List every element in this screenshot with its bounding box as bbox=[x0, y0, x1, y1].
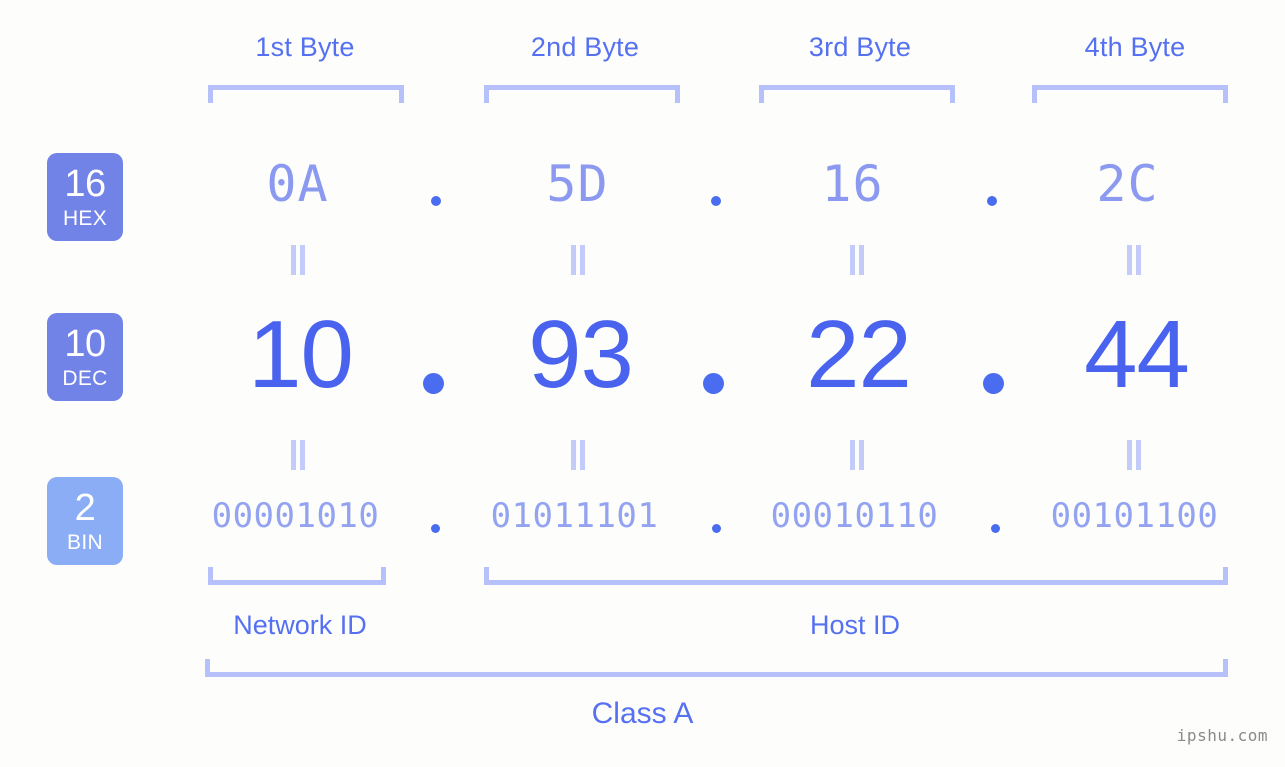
host-id-bracket bbox=[484, 567, 1228, 585]
hex-value-byte-1: 0A bbox=[266, 155, 329, 213]
hex-value-byte-3: 16 bbox=[821, 155, 884, 213]
bin-value-byte-3: 00010110 bbox=[770, 496, 939, 536]
byte-header-3: 3rd Byte bbox=[808, 32, 912, 62]
equals-icon-hex-dec-2 bbox=[569, 245, 587, 275]
dec-separator-dot-2 bbox=[703, 373, 724, 394]
hex-separator-dot-2 bbox=[711, 196, 721, 206]
ip-breakdown-diagram: 1st Byte 2nd Byte 3rd Byte 4th Byte 16 H… bbox=[0, 0, 1285, 767]
byte-header-2: 2nd Byte bbox=[530, 32, 640, 62]
hex-separator-dot-3 bbox=[987, 196, 997, 206]
byte-bracket-4 bbox=[1032, 85, 1228, 103]
hex-separator-dot-1 bbox=[431, 196, 441, 206]
equals-icon-hex-dec-1 bbox=[289, 245, 307, 275]
dec-separator-dot-3 bbox=[983, 373, 1004, 394]
equals-icon-dec-bin-1 bbox=[289, 440, 307, 470]
bin-row-badge: 2 BIN bbox=[47, 477, 123, 565]
dec-value-byte-1: 10 bbox=[248, 301, 354, 408]
equals-icon-dec-bin-2 bbox=[569, 440, 587, 470]
dec-badge-number: 10 bbox=[64, 323, 106, 365]
hex-badge-number: 16 bbox=[64, 163, 106, 205]
equals-icon-hex-dec-4 bbox=[1125, 245, 1143, 275]
dec-value-byte-2: 93 bbox=[528, 301, 634, 408]
byte-bracket-1 bbox=[208, 85, 404, 103]
host-id-label: Host ID bbox=[809, 610, 901, 640]
hex-badge-system: HEX bbox=[62, 207, 108, 230]
equals-icon-dec-bin-4 bbox=[1125, 440, 1143, 470]
dec-row-badge: 10 DEC bbox=[47, 313, 123, 401]
network-id-bracket bbox=[208, 567, 386, 585]
bin-value-byte-4: 00101100 bbox=[1050, 496, 1219, 536]
dec-badge-system: DEC bbox=[62, 367, 108, 390]
dec-value-byte-3: 22 bbox=[806, 301, 912, 408]
bin-value-byte-1: 00001010 bbox=[211, 496, 380, 536]
hex-row-badge: 16 HEX bbox=[47, 153, 123, 241]
bin-separator-dot-2 bbox=[712, 524, 721, 533]
equals-icon-dec-bin-3 bbox=[848, 440, 866, 470]
byte-header-4: 4th Byte bbox=[1084, 32, 1186, 62]
hex-value-byte-2: 5D bbox=[546, 155, 609, 213]
bin-badge-system: BIN bbox=[67, 531, 103, 554]
byte-bracket-2 bbox=[484, 85, 680, 103]
dec-separator-dot-1 bbox=[423, 373, 444, 394]
hex-value-byte-4: 2C bbox=[1096, 155, 1159, 213]
dec-value-byte-4: 44 bbox=[1084, 301, 1190, 408]
bin-badge-number: 2 bbox=[74, 487, 96, 529]
bin-separator-dot-1 bbox=[431, 524, 440, 533]
byte-header-1: 1st Byte bbox=[255, 32, 355, 62]
bin-value-byte-2: 01011101 bbox=[490, 496, 659, 536]
watermark: ipshu.com bbox=[1176, 726, 1268, 745]
byte-bracket-3 bbox=[759, 85, 955, 103]
bin-separator-dot-3 bbox=[991, 524, 1000, 533]
equals-icon-hex-dec-3 bbox=[848, 245, 866, 275]
class-bracket bbox=[205, 659, 1228, 677]
network-id-label: Network ID bbox=[233, 610, 367, 640]
class-label: Class A bbox=[591, 697, 694, 730]
